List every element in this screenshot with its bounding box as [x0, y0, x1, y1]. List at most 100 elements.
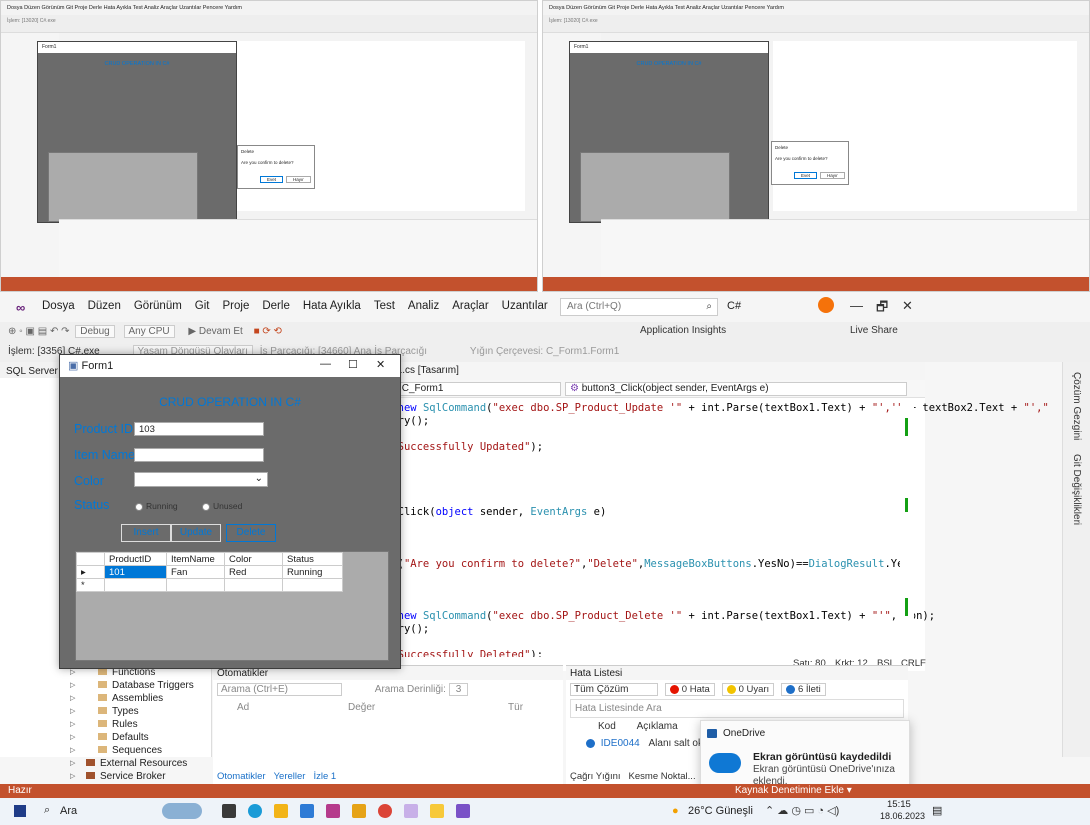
color-select[interactable]: ⌄: [134, 472, 268, 487]
app-insights-button[interactable]: Application Insights: [640, 325, 726, 336]
menu-item[interactable]: Git: [195, 300, 210, 312]
menu-item[interactable]: Test: [374, 300, 395, 312]
menu-item[interactable]: Hata Ayıkla: [303, 300, 361, 312]
form-close-button[interactable]: ✕: [376, 358, 385, 371]
vs-icon[interactable]: [326, 804, 340, 818]
menu-item[interactable]: Dosya: [42, 300, 75, 312]
taskbar-search[interactable]: Ara: [60, 805, 77, 817]
solution-explorer-tab[interactable]: Çözüm Gezgini: [1071, 372, 1082, 440]
code-line[interactable]: [385, 571, 1049, 584]
code-line[interactable]: 3_Click(object sender, EventArgs e): [385, 506, 1049, 519]
insert-button[interactable]: Insert: [121, 524, 171, 542]
code-line[interactable]: = new SqlCommand("exec dbo.SP_Product_Up…: [385, 402, 1049, 415]
form-maximize-button[interactable]: ☐: [348, 358, 358, 371]
menu-item[interactable]: Proje: [223, 300, 250, 312]
code-line[interactable]: [385, 597, 1049, 610]
explorer-icon[interactable]: [274, 804, 288, 818]
product-id-input[interactable]: 103: [134, 422, 264, 436]
chrome-icon[interactable]: [378, 804, 392, 818]
menu-item[interactable]: Derle: [262, 300, 289, 312]
panel-tab[interactable]: Otomatikler: [217, 771, 266, 782]
update-button[interactable]: Update: [171, 524, 221, 542]
taskview-icon[interactable]: [222, 804, 236, 818]
errors-filter[interactable]: 0 Hata: [664, 683, 715, 696]
menu-item[interactable]: Uzantılar: [502, 300, 548, 312]
code-line[interactable]: [385, 584, 1049, 597]
grid-header[interactable]: ProductID: [104, 552, 167, 566]
code-line[interactable]: [385, 467, 1049, 480]
member-dropdown[interactable]: ⚙ button3_Click(object sender, EventArgs…: [565, 382, 907, 396]
grid-header[interactable]: Color: [224, 552, 283, 566]
maximize-button[interactable]: 🗗: [876, 298, 888, 320]
code-line[interactable]: [385, 428, 1049, 441]
tree-item[interactable]: Rules: [70, 718, 194, 731]
radio-unused[interactable]: Unused: [202, 501, 242, 511]
delete-button[interactable]: Delete: [226, 524, 276, 542]
panel-tab[interactable]: Çağrı Yığını: [570, 771, 621, 782]
form-minimize-button[interactable]: —: [320, 358, 331, 370]
grid-cell[interactable]: [282, 578, 343, 592]
autos-search[interactable]: Arama (Ctrl+E): [217, 683, 342, 696]
scroll-indicator-bar[interactable]: [900, 398, 914, 656]
tree-item[interactable]: Types: [70, 705, 194, 718]
tree-item[interactable]: Defaults: [70, 731, 194, 744]
panel-tab[interactable]: Kesme Noktal...: [629, 771, 696, 782]
notification-badge-icon[interactable]: [818, 297, 834, 313]
tree-item[interactable]: Database Triggers: [70, 679, 194, 692]
tray-icons[interactable]: ⌃ ☁ ◷ ▭ ◔ ◁): [765, 804, 839, 817]
stack-label[interactable]: Yığın Çerçevesi: C_Form1.Form1: [470, 346, 620, 357]
teams-icon[interactable]: [404, 804, 418, 818]
tree-item[interactable]: Assemblies: [70, 692, 194, 705]
continue-button[interactable]: ▶ Devam Et: [188, 326, 242, 337]
search-input[interactable]: Ara (Ctrl+Q) ⌕: [560, 298, 718, 316]
notification-center-icon[interactable]: ▤: [932, 804, 942, 817]
code-line[interactable]: uery();: [385, 623, 1049, 636]
weather-text[interactable]: 26°C Güneşli: [688, 805, 753, 817]
code-line[interactable]: ("Successfully Updated");: [385, 441, 1049, 454]
code-text[interactable]: = new SqlCommand("exec dbo.SP_Product_Up…: [385, 402, 1049, 675]
grid-cell[interactable]: Fan: [166, 565, 225, 579]
menu-item[interactable]: Görünüm: [134, 300, 182, 312]
messages-filter[interactable]: 6 İleti: [780, 683, 826, 696]
new-row[interactable]: *: [76, 578, 343, 592]
platform-dropdown[interactable]: Any CPU: [123, 325, 175, 338]
radio-running[interactable]: Running: [135, 501, 178, 511]
grid-header[interactable]: ItemName: [166, 552, 225, 566]
products-grid[interactable]: ProductID ItemName Color Status ▸ 101 Fan Red Ru…: [75, 551, 389, 661]
minimize-button[interactable]: —: [850, 298, 863, 313]
menu-item[interactable]: Düzen: [88, 300, 121, 312]
source-control-button[interactable]: Kaynak Denetimine Ekle ▾: [735, 785, 852, 796]
app-icon[interactable]: [352, 804, 366, 818]
git-changes-tab[interactable]: Git Değişiklikleri: [1071, 454, 1082, 525]
app3-icon[interactable]: [456, 804, 470, 818]
code-line[interactable]: [385, 532, 1049, 545]
code-line[interactable]: [385, 519, 1049, 532]
errors-search[interactable]: Hata Listesinde Ara: [570, 699, 904, 718]
warnings-filter[interactable]: 0 Uyarı: [721, 683, 775, 696]
grid-cell[interactable]: [104, 578, 167, 592]
grid-cell[interactable]: 101: [104, 565, 167, 579]
grid-header[interactable]: Status: [282, 552, 343, 566]
table-row[interactable]: ▸ 101 Fan Red Running: [76, 565, 343, 579]
app2-icon[interactable]: [430, 804, 444, 818]
code-line[interactable]: ow("Are you confirm to delete?","Delete"…: [385, 558, 1049, 571]
grid-cell[interactable]: [166, 578, 225, 592]
panel-tab[interactable]: Yereller: [274, 771, 306, 782]
save-icon[interactable]: ▣ ▤: [25, 326, 49, 337]
tree-item[interactable]: Service Broker: [70, 770, 194, 783]
code-line[interactable]: [385, 545, 1049, 558]
clock-date[interactable]: 18.06.2023: [880, 811, 925, 821]
code-line[interactable]: [385, 480, 1049, 493]
class-dropdown[interactable]: ⚙ C_Form1: [385, 382, 561, 396]
grid-cell[interactable]: Running: [282, 565, 343, 579]
taskbar-search-icon[interactable]: ⌕: [44, 804, 50, 817]
row-selector-icon[interactable]: ▸: [76, 565, 105, 579]
start-icon[interactable]: [14, 805, 26, 817]
code-line[interactable]: uery();: [385, 415, 1049, 428]
products-table[interactable]: ProductID ItemName Color Status ▸ 101 Fan Red Ru…: [76, 552, 343, 592]
close-button[interactable]: ✕: [902, 298, 913, 314]
menu-item[interactable]: Araçlar: [452, 300, 488, 312]
code-line[interactable]: [385, 493, 1049, 506]
item-name-input[interactable]: [134, 448, 264, 462]
menu-item[interactable]: Analiz: [408, 300, 439, 312]
